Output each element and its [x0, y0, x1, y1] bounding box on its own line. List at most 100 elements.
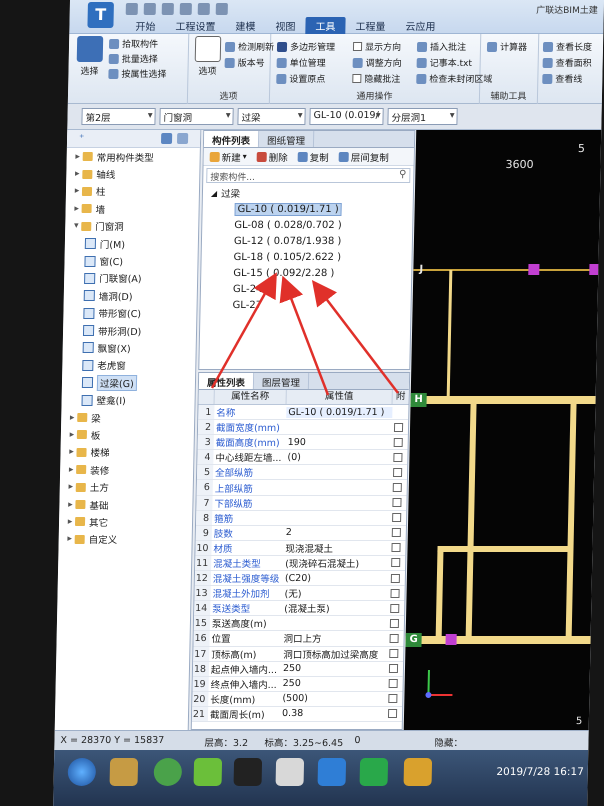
property-row[interactable]: 11 混凝土类型 (现浇碎石混凝土) [195, 555, 406, 572]
tree-item[interactable]: ▸ 土方 [60, 478, 193, 495]
toggle-icon[interactable]: ▸ [72, 204, 82, 214]
tree-item[interactable]: ▾ 门窗洞 [65, 218, 198, 235]
property-row[interactable]: 3 截面高度(mm) 190 [197, 435, 408, 451]
category-select[interactable]: 门窗洞 [159, 108, 234, 125]
component-search-input[interactable]: 搜索构件... ⚲ [206, 168, 411, 183]
attach-checkbox[interactable] [393, 422, 403, 432]
undo-icon[interactable] [143, 3, 156, 15]
show-direction-checkbox[interactable] [352, 42, 363, 51]
attach-checkbox[interactable] [392, 467, 402, 477]
tree-item[interactable]: ▸ 梁 [61, 409, 194, 426]
component-item[interactable]: GL-15 ( 0.092/2.28 ) [201, 265, 411, 281]
tree-item[interactable]: ▸ 轴线 [66, 165, 199, 182]
insert-annotation-button[interactable]: 插入批注 [416, 40, 466, 53]
component-select[interactable]: GL-10 (0.019/ [309, 108, 384, 125]
tree-item[interactable]: ▸ 自定义 [59, 531, 192, 548]
tree-item[interactable]: 带形洞(D) [63, 322, 196, 339]
attach-checkbox[interactable] [389, 588, 400, 598]
toggle-icon[interactable]: ▾ [71, 221, 81, 231]
toggle-icon[interactable]: ▸ [72, 169, 82, 179]
tree-item[interactable]: 墙洞(D) [64, 287, 197, 304]
tree-view-icon[interactable] [176, 133, 189, 144]
pick-component-button[interactable]: 拾取构件 [108, 37, 158, 50]
node-2[interactable] [589, 264, 601, 275]
property-row[interactable]: 10 材质 现浇混凝土 [195, 540, 406, 556]
version-button[interactable]: 版本号 [224, 56, 265, 69]
attach-checkbox[interactable] [391, 498, 402, 508]
select-button[interactable]: 选择 [74, 36, 105, 77]
search-icon[interactable]: ⚲ [399, 169, 407, 180]
folder-icon[interactable] [197, 3, 210, 15]
property-value[interactable]: (C20) [283, 573, 389, 584]
component-item[interactable]: GL-08 ( 0.028/0.702 ) [202, 217, 412, 233]
property-value[interactable]: 洞口上方 [281, 631, 387, 645]
tab-modeling[interactable]: 建模 [225, 17, 265, 34]
browser-icon[interactable] [153, 758, 183, 786]
tree-item[interactable]: ▸ 墙 [65, 200, 198, 217]
view-area-button[interactable]: 查看面积 [542, 56, 592, 69]
tree-item[interactable]: 带形窗(C) [63, 305, 196, 322]
toggle-icon[interactable]: ▸ [73, 152, 83, 162]
attach-checkbox[interactable] [388, 679, 398, 689]
attach-checkbox[interactable] [392, 452, 403, 462]
tree-item[interactable]: ▸ 柱 [66, 183, 199, 200]
property-row[interactable]: 19 终点伸入墙内... 250 [192, 676, 403, 692]
view-length-button[interactable]: 查看长度 [542, 40, 592, 53]
tree-item[interactable]: ▸ 板 [61, 426, 194, 443]
app-window-icon[interactable] [275, 758, 305, 786]
show-direction-toggle[interactable]: 显示方向 [352, 40, 401, 53]
tree-item[interactable]: ▸ 楼梯 [60, 444, 193, 461]
explorer-icon[interactable] [109, 758, 139, 786]
property-row[interactable]: 21 截面周长(m) 0.38 [191, 706, 403, 722]
tree-item[interactable]: 老虎窗 [62, 357, 195, 374]
property-value[interactable]: 2 [284, 527, 390, 538]
property-row[interactable]: 13 混凝土外加剂 (无) [194, 586, 405, 602]
select-by-attr-button[interactable]: 按属性选择 [108, 67, 167, 80]
node-5[interactable] [445, 634, 457, 645]
node-3[interactable] [600, 394, 602, 405]
tab-project-settings[interactable]: 工程设置 [165, 17, 225, 34]
notepad-button[interactable]: 记事本.txt [416, 56, 473, 69]
property-value[interactable]: (无) [282, 586, 388, 600]
property-value[interactable]: (混凝土泵) [282, 601, 388, 615]
property-row[interactable]: 1 名称 GL-10 ( 0.019/1.71 ) [198, 405, 409, 421]
toggle-icon[interactable]: ▸ [67, 430, 77, 440]
tab-quantities[interactable]: 工程量 [345, 17, 395, 34]
attach-checkbox[interactable] [387, 694, 397, 704]
attach-checkbox[interactable] [388, 664, 398, 674]
property-value[interactable]: 0.38 [280, 708, 386, 719]
property-row[interactable]: 20 长度(mm) (500) [192, 691, 403, 707]
check-refresh-button[interactable]: 检测刷新 [224, 40, 274, 53]
attach-checkbox[interactable] [393, 437, 403, 447]
attach-checkbox[interactable] [392, 483, 402, 493]
tool-app-icon[interactable] [403, 758, 433, 786]
attach-checkbox[interactable] [388, 649, 398, 659]
tab-cloud[interactable]: 云应用 [395, 17, 445, 34]
tab-component-list[interactable]: 构件列表 [203, 131, 260, 147]
component-item[interactable]: GL-24 [201, 281, 411, 297]
h-app-icon[interactable] [359, 758, 389, 786]
property-value[interactable]: 现浇混凝土 [283, 541, 389, 555]
tree-item[interactable]: ▸ 基础 [59, 496, 192, 513]
toggle-icon[interactable]: ▸ [66, 465, 76, 475]
toggle-icon[interactable]: ▸ [72, 186, 82, 196]
expand-icon[interactable]: ⁺ [79, 133, 90, 144]
calculator-button[interactable]: 计算器 [486, 40, 527, 53]
tab-start[interactable]: 开始 [125, 17, 165, 34]
app-logo[interactable]: T [87, 2, 114, 28]
toggle-icon[interactable]: ▸ [65, 517, 75, 527]
property-row[interactable]: 17 顶标高(m) 洞口顶标高加过梁高度 [193, 646, 404, 662]
save-icon[interactable] [125, 3, 138, 15]
copy-component-button[interactable]: 复制 [297, 150, 329, 164]
attach-checkbox[interactable] [391, 528, 401, 538]
polygon-mgmt-button[interactable]: 多边形管理 [276, 40, 335, 53]
property-row[interactable]: 12 混凝土强度等级 (C20) [194, 571, 406, 587]
property-row[interactable]: 16 位置 洞口上方 [193, 631, 404, 647]
start-button[interactable] [67, 758, 97, 786]
attach-checkbox[interactable] [389, 633, 399, 643]
property-value[interactable]: (现浇碎石混凝土) [283, 556, 389, 570]
delete-component-button[interactable]: 删除 [256, 150, 288, 164]
property-value[interactable]: 250 [281, 663, 387, 674]
property-row[interactable]: 18 起点伸入墙内... 250 [192, 661, 404, 677]
component-item[interactable]: GL-27 [200, 297, 410, 313]
